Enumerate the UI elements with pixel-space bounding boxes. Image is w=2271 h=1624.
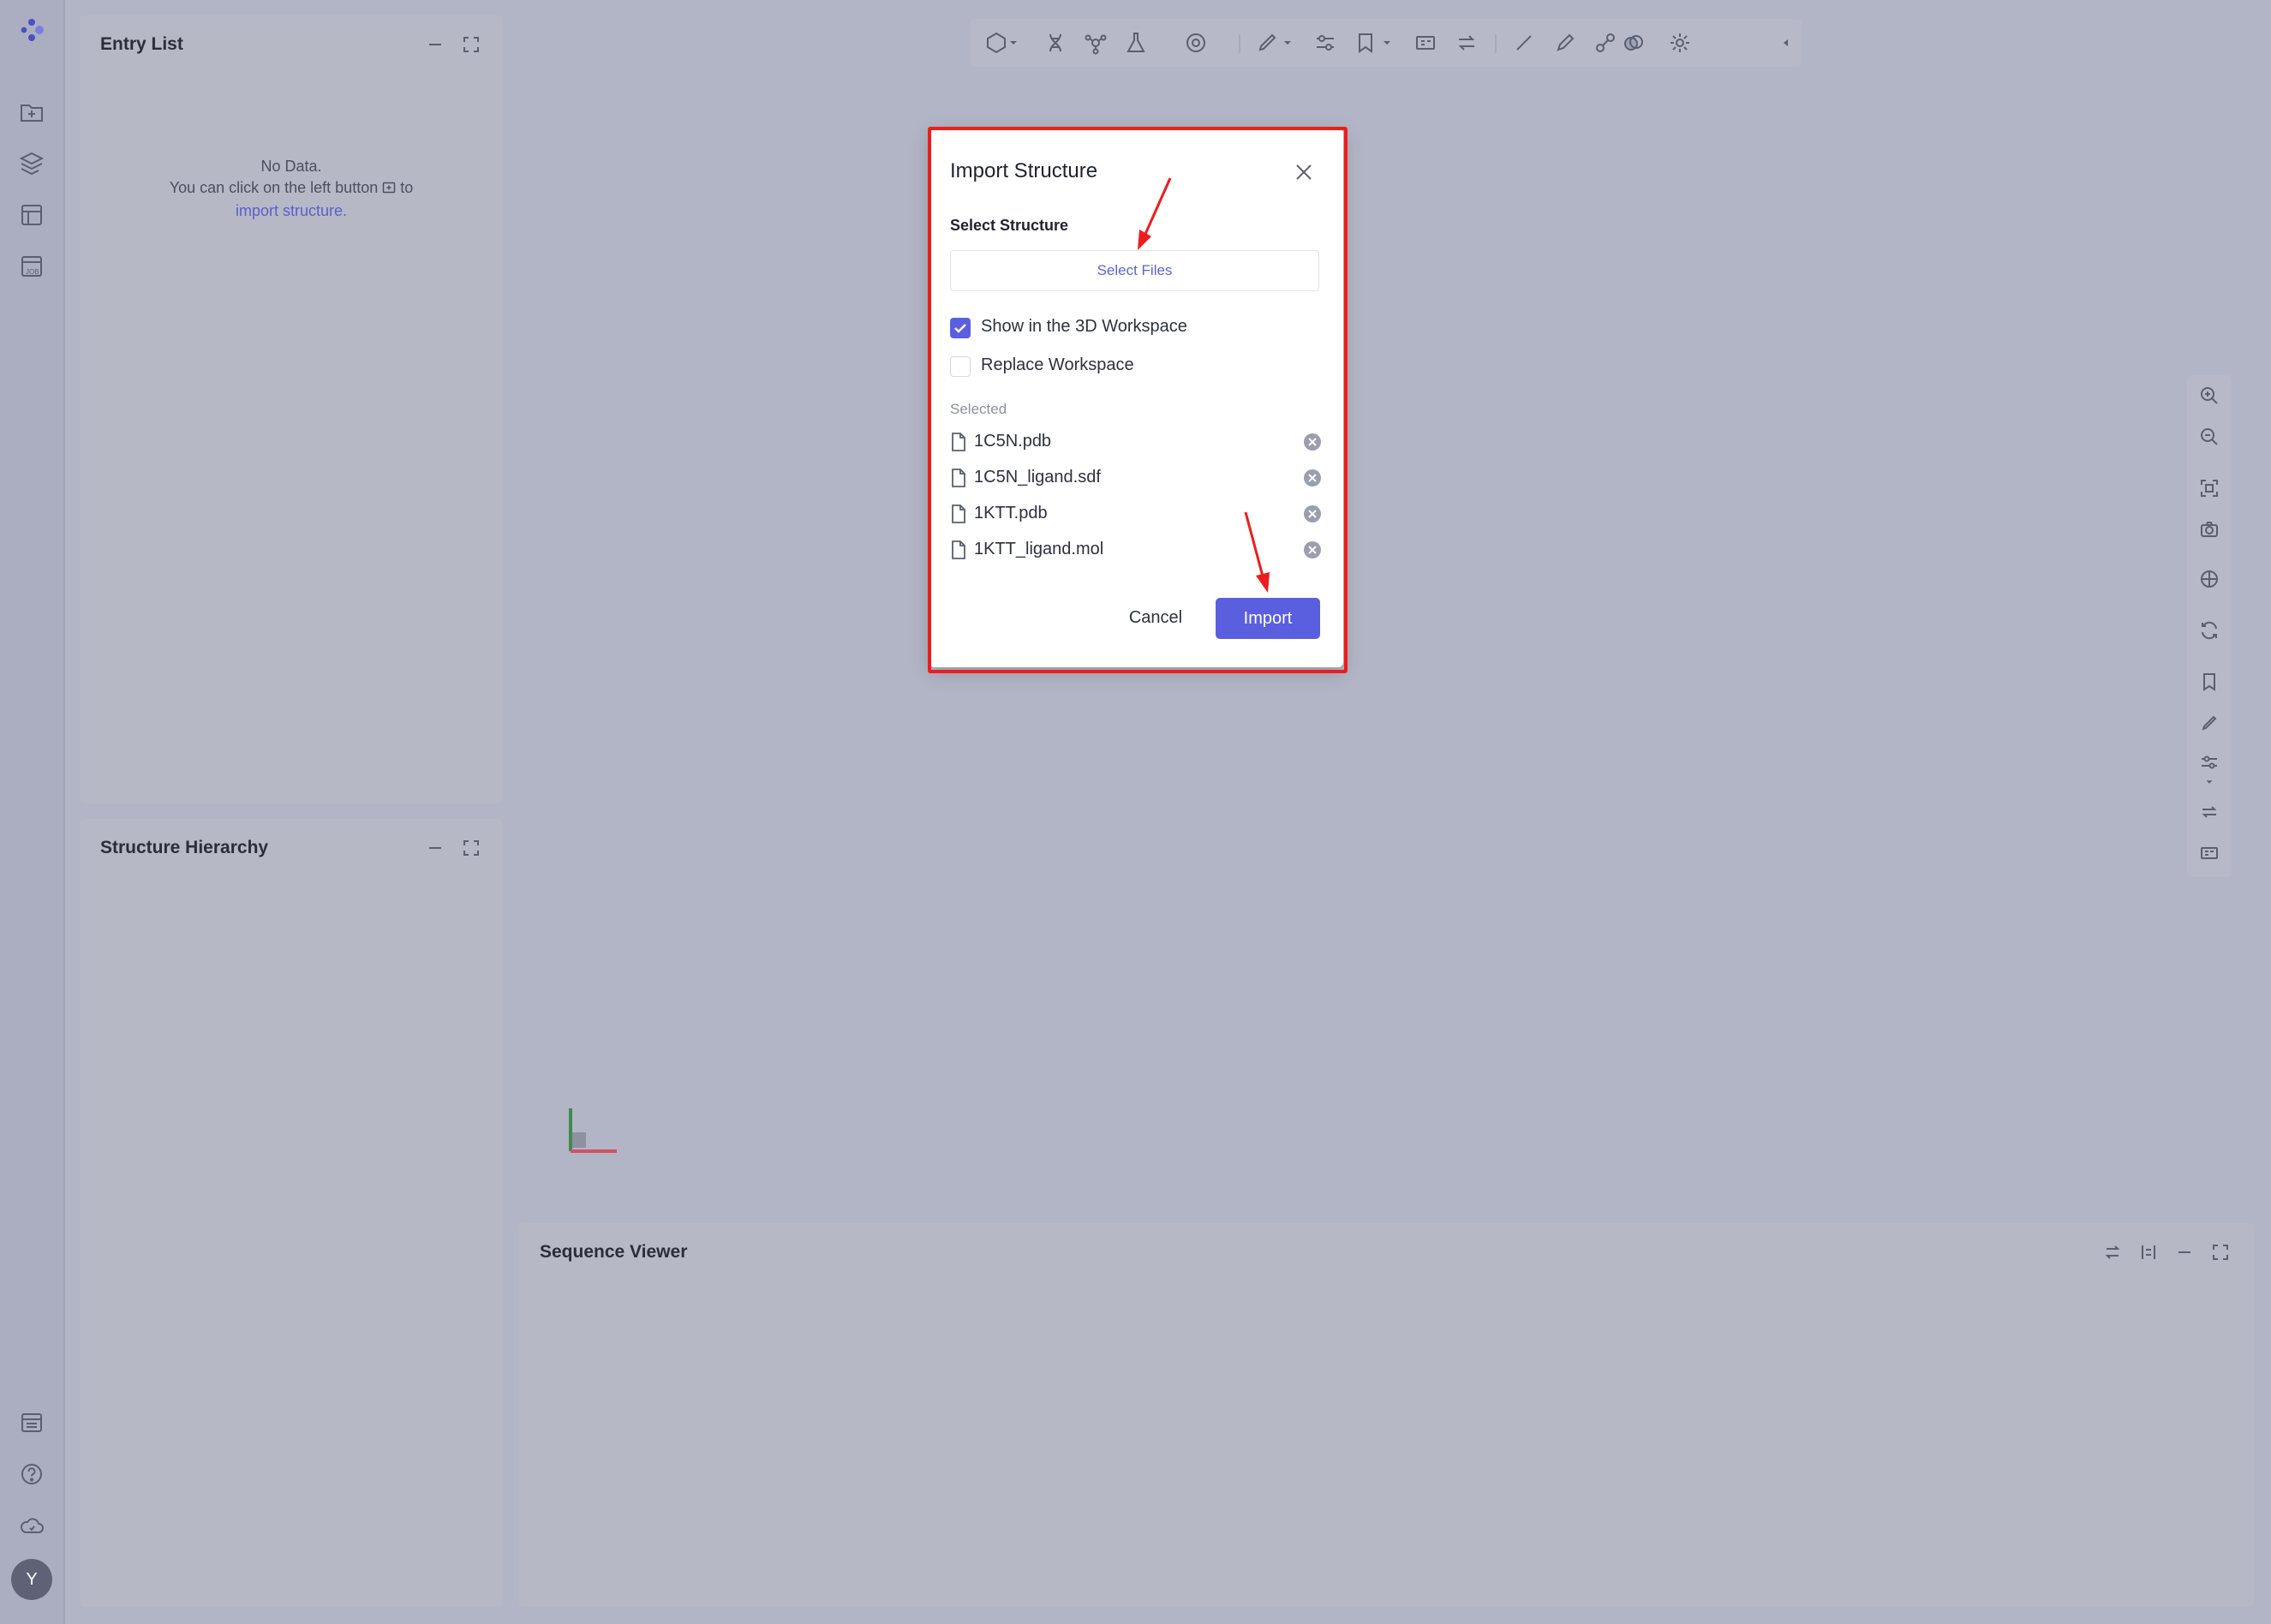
annotation-arrow <box>1244 511 1270 593</box>
chevron-down-icon[interactable] <box>2196 774 2223 790</box>
empty-to: to <box>400 179 414 196</box>
settings-icon[interactable] <box>1666 29 1694 57</box>
job-icon[interactable]: JOB <box>15 250 48 283</box>
fit-icon[interactable] <box>2196 475 2223 502</box>
empty-hint: You can click on the left button to <box>80 177 503 200</box>
sliders-icon[interactable] <box>1312 29 1339 57</box>
swap-icon[interactable] <box>2101 1240 2125 1264</box>
target-icon[interactable] <box>1182 29 1210 57</box>
file-name: 1C5N_ligand.sdf <box>974 468 1101 487</box>
swap-icon[interactable] <box>2196 798 2223 826</box>
file-icon <box>952 469 965 487</box>
selected-label: Selected <box>950 401 1007 417</box>
overlap-icon[interactable] <box>1620 29 1647 57</box>
link-icon[interactable] <box>1592 29 1619 57</box>
chevron-down-icon[interactable] <box>1281 29 1294 57</box>
empty-state: No Data. You can click on the left butto… <box>80 156 503 222</box>
maximize-icon[interactable] <box>2208 1240 2232 1264</box>
select-structure-label: Select Structure <box>950 217 1069 234</box>
molecule-icon[interactable] <box>1082 29 1109 57</box>
left-nav: JOB Y <box>0 0 65 1624</box>
chevron-down-icon[interactable] <box>1007 29 1020 57</box>
zoom-in-icon[interactable] <box>2196 382 2223 409</box>
bookmark-icon[interactable] <box>1352 29 1379 57</box>
file-row: 1C5N.pdb <box>950 428 1324 457</box>
rotate-icon[interactable] <box>2196 617 2223 644</box>
structure-hierarchy-panel: Structure Hierarchy <box>80 819 503 1607</box>
file-row: 1C5N_ligand.sdf <box>950 464 1324 493</box>
right-toolbar <box>2187 375 2232 877</box>
zoom-out-icon[interactable] <box>2196 423 2223 451</box>
import-folder-icon <box>382 179 396 200</box>
sliders-icon[interactable] <box>2196 749 2223 776</box>
collapse-icon[interactable] <box>1779 29 1793 57</box>
close-icon[interactable] <box>1289 158 1318 187</box>
import-folder-icon[interactable] <box>15 96 48 128</box>
file-name: 1KTT_ligand.mol <box>974 540 1104 558</box>
toolbar-divider <box>1495 34 1497 53</box>
maximize-icon[interactable] <box>459 836 483 860</box>
paint-icon[interactable] <box>1253 29 1281 57</box>
panel-title: Sequence Viewer <box>540 1242 688 1262</box>
list-icon[interactable] <box>15 1406 48 1439</box>
crosshair-icon[interactable] <box>2196 565 2223 593</box>
bookmark-icon[interactable] <box>2196 668 2223 696</box>
camera-icon[interactable] <box>2196 516 2223 543</box>
svg-text:JOB: JOB <box>26 268 39 276</box>
remove-icon[interactable] <box>1303 469 1322 487</box>
remove-icon[interactable] <box>1303 433 1322 451</box>
replace-workspace-label[interactable]: Replace Workspace <box>981 355 1134 375</box>
panel-title: Structure Hierarchy <box>100 838 269 857</box>
align-icon[interactable] <box>2137 1240 2160 1264</box>
toolbar-divider <box>1239 34 1240 53</box>
minimize-icon[interactable] <box>423 33 447 57</box>
show-in-workspace-checkbox[interactable] <box>950 318 971 338</box>
panel-title: Entry List <box>100 34 183 54</box>
axis-indicator <box>565 1105 620 1158</box>
annotation-arrow <box>1138 177 1172 250</box>
app-logo-icon[interactable] <box>15 14 48 46</box>
paint-icon[interactable] <box>2196 709 2223 737</box>
table-icon[interactable] <box>15 199 48 231</box>
file-icon <box>952 540 965 559</box>
grid-icon[interactable] <box>2196 839 2223 867</box>
line-icon[interactable] <box>1510 29 1538 57</box>
check-icon <box>954 324 966 333</box>
replace-workspace-checkbox[interactable] <box>950 356 971 377</box>
empty-line: You can click on the left button <box>169 179 379 196</box>
empty-title: No Data. <box>260 158 322 175</box>
import-button[interactable]: Import <box>1216 598 1320 639</box>
dialog-title: Import Structure <box>950 159 1098 182</box>
minimize-icon[interactable] <box>2172 1240 2196 1264</box>
cancel-button[interactable]: Cancel <box>1115 598 1197 637</box>
pen-icon[interactable] <box>1551 29 1579 57</box>
maximize-icon[interactable] <box>459 33 483 57</box>
layers-icon[interactable] <box>15 147 48 180</box>
swap-icon[interactable] <box>1453 29 1480 57</box>
minimize-icon[interactable] <box>423 836 447 860</box>
file-icon <box>952 433 965 451</box>
flask-icon[interactable] <box>1122 29 1150 57</box>
help-icon[interactable] <box>15 1458 48 1490</box>
grid-icon[interactable] <box>1412 29 1439 57</box>
remove-icon[interactable] <box>1303 505 1322 523</box>
sequence-viewer-panel: Sequence Viewer <box>519 1223 2254 1607</box>
remove-icon[interactable] <box>1303 540 1322 559</box>
avatar-initial: Y <box>26 1569 38 1589</box>
file-icon <box>952 505 965 523</box>
show-in-workspace-label[interactable]: Show in the 3D Workspace <box>981 317 1187 337</box>
avatar[interactable]: Y <box>11 1559 52 1600</box>
file-name: 1KTT.pdb <box>974 504 1048 522</box>
import-structure-link[interactable]: import structure. <box>80 200 503 222</box>
chevron-down-icon[interactable] <box>1380 29 1394 57</box>
file-name: 1C5N.pdb <box>974 432 1052 451</box>
top-toolbar <box>971 19 1802 67</box>
cloud-icon[interactable] <box>15 1509 48 1542</box>
entry-list-panel: Entry List No Data. You can click on the… <box>80 15 503 803</box>
dna-icon[interactable] <box>1042 29 1069 57</box>
